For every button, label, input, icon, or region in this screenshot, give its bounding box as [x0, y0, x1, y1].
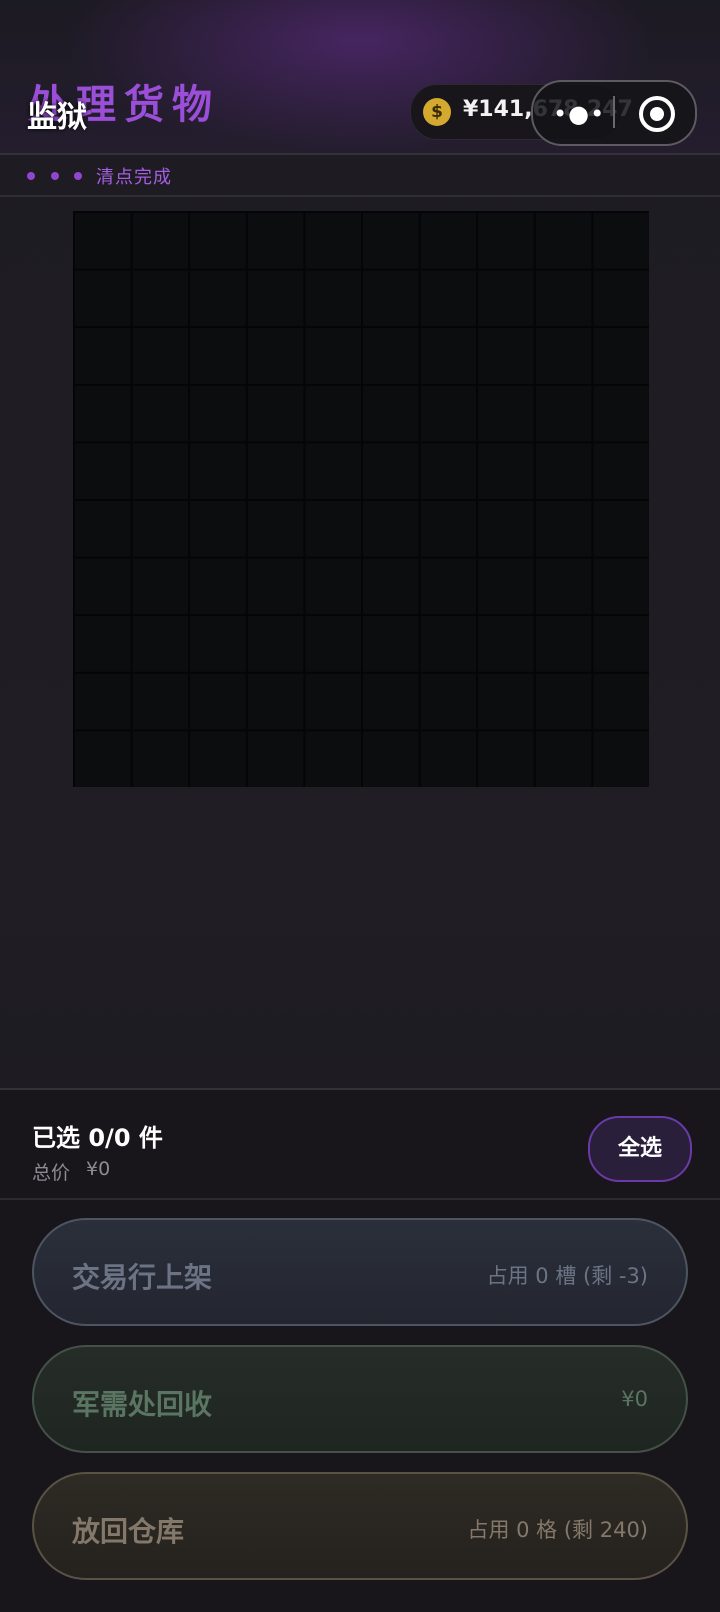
capsule-divider — [613, 96, 615, 128]
recycle-label: 军需处回收 — [72, 1388, 213, 1421]
more-options-icon[interactable]: •●• — [553, 100, 605, 128]
selection-summary: 已选 0/0 件 总价 ¥0 全选 — [0, 1090, 720, 1200]
market-list-button[interactable]: 交易行上架 占用 0 槽 (剩 -3) — [32, 1218, 688, 1326]
total-price-label: 总价 — [32, 1162, 71, 1184]
close-target-icon[interactable] — [639, 96, 675, 132]
recycle-button[interactable]: 军需处回收 ¥0 — [32, 1345, 688, 1453]
page-title-location: 监狱 — [27, 100, 87, 135]
market-list-label: 交易行上架 — [72, 1261, 213, 1294]
market-slot-info: 占用 0 槽 (剩 -3) — [486, 1264, 648, 1288]
return-warehouse-label: 放回仓库 — [72, 1515, 185, 1548]
warehouse-slot-info: 占用 0 格 (剩 240) — [467, 1518, 648, 1542]
status-dot-icon — [27, 172, 35, 180]
status-row: 清点完成 — [0, 155, 720, 197]
select-all-button[interactable]: 全选 — [588, 1116, 692, 1182]
status-dot-icon — [74, 172, 82, 180]
selected-count: 已选 0/0 件 — [32, 1124, 163, 1152]
status-text: 清点完成 — [96, 167, 172, 188]
mini-program-capsule: •●• — [531, 80, 697, 146]
cargo-grid[interactable] — [73, 211, 649, 787]
status-dot-icon — [51, 172, 59, 180]
recycle-value: ¥0 — [621, 1387, 648, 1411]
return-warehouse-button[interactable]: 放回仓库 占用 0 格 (剩 240) — [32, 1472, 688, 1580]
header: 处理货物 监狱 $ ¥141,678,247 •●• — [0, 0, 720, 155]
total-price-value: ¥0 — [86, 1158, 111, 1180]
coin-icon: $ — [423, 98, 451, 126]
